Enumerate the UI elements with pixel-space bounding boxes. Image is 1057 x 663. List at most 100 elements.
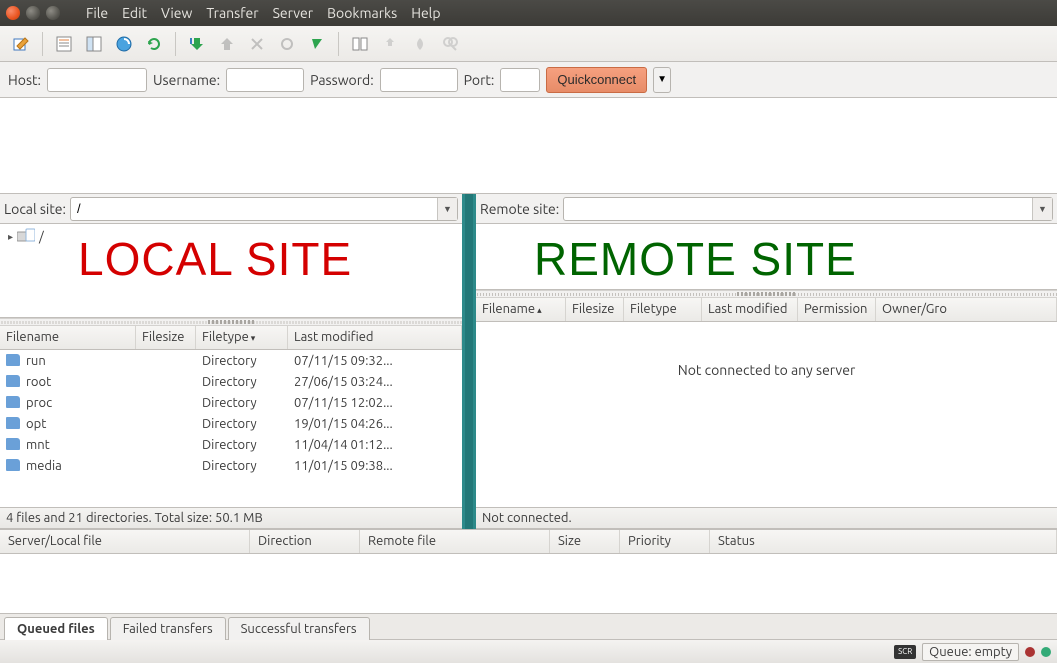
file-modified: 27/06/15 03:24...	[288, 375, 462, 389]
col-priority[interactable]: Priority	[620, 530, 710, 553]
col-filesize[interactable]: Filesize	[136, 326, 196, 349]
menu-bookmarks[interactable]: Bookmarks	[327, 5, 397, 21]
folder-icon	[6, 459, 20, 471]
queue-column-header: Server/Local file Direction Remote file …	[0, 530, 1057, 554]
col-filetype[interactable]: Filetype	[624, 298, 702, 321]
window-close-button[interactable]	[6, 6, 20, 20]
col-remote[interactable]: Remote file	[360, 530, 550, 553]
col-filesize[interactable]: Filesize	[566, 298, 624, 321]
remote-status: Not connected.	[476, 507, 1057, 529]
menu-transfer[interactable]: Transfer	[206, 5, 258, 21]
filter-button[interactable]	[304, 31, 330, 57]
message-log[interactable]	[0, 98, 1057, 194]
quickconnect-button[interactable]: Quickconnect	[546, 67, 647, 93]
col-filename[interactable]: Filename▴	[476, 298, 566, 321]
local-site-label: Local site:	[4, 201, 66, 217]
remote-column-header: Filename▴ Filesize Filetype Last modifie…	[476, 298, 1057, 322]
file-row[interactable]: procDirectory07/11/15 12:02...	[0, 392, 462, 413]
file-modified: 07/11/15 12:02...	[288, 396, 462, 410]
col-filetype[interactable]: Filetype▾	[196, 326, 288, 349]
local-file-list[interactable]: runDirectory07/11/15 09:32...rootDirecto…	[0, 350, 462, 507]
tree-item-root[interactable]: ▸ /	[0, 224, 462, 249]
remote-path-input[interactable]	[564, 198, 1032, 220]
vertical-splitter[interactable]	[462, 194, 476, 529]
col-permission[interactable]: Permission	[798, 298, 876, 321]
expand-icon[interactable]: ▸	[8, 231, 13, 243]
find-button[interactable]	[437, 31, 463, 57]
remote-tree[interactable]: REMOTE SITE	[476, 224, 1057, 290]
file-name: mnt	[26, 438, 50, 452]
chevron-down-icon[interactable]: ▼	[437, 198, 457, 220]
site-manager-button[interactable]	[8, 31, 34, 57]
file-name: media	[26, 459, 62, 473]
file-modified: 07/11/15 09:32...	[288, 354, 462, 368]
menu-edit[interactable]: Edit	[122, 5, 147, 21]
col-filename[interactable]: Filename	[0, 326, 136, 349]
cancel-button[interactable]	[214, 31, 240, 57]
drive-icon	[17, 228, 35, 245]
remote-annotation: REMOTE SITE	[534, 232, 857, 286]
tab-successful-transfers[interactable]: Successful transfers	[228, 617, 370, 640]
host-label: Host:	[8, 72, 41, 88]
horizontal-splitter[interactable]	[476, 290, 1057, 298]
status-bar: SCR Queue: empty	[0, 639, 1057, 663]
window-maximize-button[interactable]	[46, 6, 60, 20]
local-site-row: Local site: ▼	[0, 194, 462, 224]
main-split: Local site: ▼ ▸ / LOCAL SITE Filename Fi…	[0, 194, 1057, 529]
queue-list[interactable]	[0, 554, 1057, 613]
file-row[interactable]: mntDirectory11/04/14 01:12...	[0, 434, 462, 455]
menu-view[interactable]: View	[161, 5, 192, 21]
menu-server[interactable]: Server	[273, 5, 314, 21]
col-size[interactable]: Size	[550, 530, 620, 553]
chevron-down-icon[interactable]: ▼	[1032, 198, 1052, 220]
window-minimize-button[interactable]	[26, 6, 40, 20]
indicator-dot-red	[1025, 647, 1035, 657]
sync-browse-button[interactable]	[377, 31, 403, 57]
host-input[interactable]	[47, 68, 147, 92]
folder-icon	[6, 396, 20, 408]
col-direction[interactable]: Direction	[250, 530, 360, 553]
menu-file[interactable]: File	[86, 5, 108, 21]
disconnect-button[interactable]	[244, 31, 270, 57]
file-modified: 11/04/14 01:12...	[288, 438, 462, 452]
sort-desc-icon: ▾	[251, 333, 256, 343]
toggle-tree-button[interactable]	[81, 31, 107, 57]
username-label: Username:	[153, 72, 220, 88]
search-button[interactable]	[407, 31, 433, 57]
col-modified[interactable]: Last modified	[702, 298, 798, 321]
quickconnect-history-dropdown[interactable]: ▼	[653, 67, 671, 93]
local-tree[interactable]: ▸ / LOCAL SITE	[0, 224, 462, 318]
file-row[interactable]: optDirectory19/01/15 04:26...	[0, 413, 462, 434]
local-path-combo[interactable]: ▼	[70, 197, 458, 221]
local-path-input[interactable]	[71, 198, 437, 220]
port-input[interactable]	[500, 68, 540, 92]
file-row[interactable]: rootDirectory27/06/15 03:24...	[0, 371, 462, 392]
remote-path-combo[interactable]: ▼	[563, 197, 1053, 221]
col-status[interactable]: Status	[710, 530, 1057, 553]
compare-button[interactable]	[347, 31, 373, 57]
col-server[interactable]: Server/Local file	[0, 530, 250, 553]
file-type: Directory	[196, 354, 288, 368]
port-label: Port:	[464, 72, 495, 88]
refresh-button[interactable]	[141, 31, 167, 57]
file-row[interactable]: mediaDirectory11/01/15 09:38...	[0, 455, 462, 476]
horizontal-splitter[interactable]	[0, 318, 462, 326]
toggle-queue-button[interactable]	[111, 31, 137, 57]
menu-help[interactable]: Help	[411, 5, 440, 21]
local-status: 4 files and 21 directories. Total size: …	[0, 507, 462, 529]
remote-file-list[interactable]: Not connected to any server	[476, 322, 1057, 507]
file-row[interactable]: runDirectory07/11/15 09:32...	[0, 350, 462, 371]
reconnect-button[interactable]	[274, 31, 300, 57]
username-input[interactable]	[226, 68, 304, 92]
col-modified[interactable]: Last modified	[288, 326, 462, 349]
toggle-log-button[interactable]	[51, 31, 77, 57]
password-input[interactable]	[380, 68, 458, 92]
col-owner[interactable]: Owner/Gro	[876, 298, 1057, 321]
tab-queued-files[interactable]: Queued files	[4, 617, 108, 640]
tab-failed-transfers[interactable]: Failed transfers	[110, 617, 226, 640]
file-type: Directory	[196, 459, 288, 473]
transfer-queue: Server/Local file Direction Remote file …	[0, 529, 1057, 639]
process-queue-button[interactable]	[184, 31, 210, 57]
local-column-header: Filename Filesize Filetype▾ Last modifie…	[0, 326, 462, 350]
folder-icon	[6, 354, 20, 366]
